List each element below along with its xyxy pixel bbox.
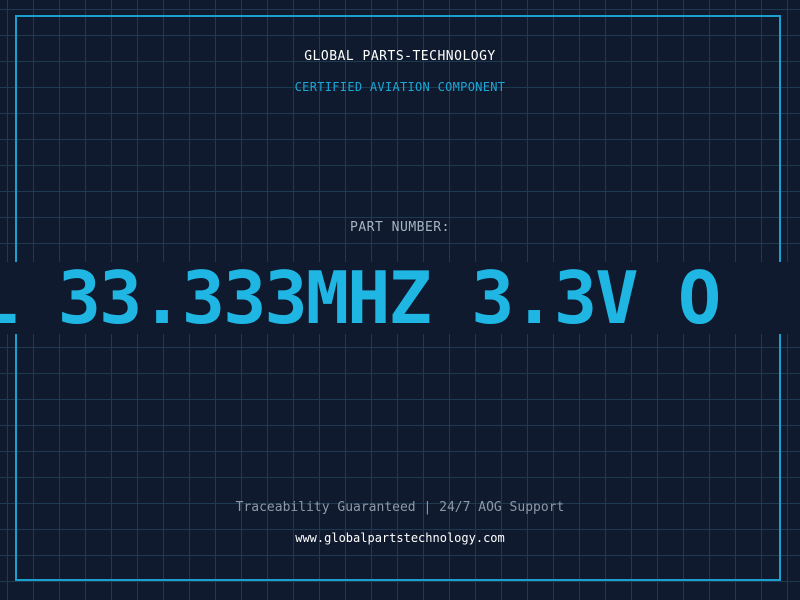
features-text: Traceability Guaranteed | 24/7 AOG Suppo… [235, 500, 565, 515]
tagline: CERTIFIED AVIATION COMPONENT [294, 80, 506, 94]
company-name: GLOBAL PARTS-TECHNOLOGY [304, 49, 496, 64]
certificate-canvas: GLOBAL PARTS-TECHNOLOGY CERTIFIED AVIATI… [0, 0, 800, 600]
website-link[interactable]: www.globalpartstechnology.com [0, 531, 800, 545]
part-number-value: L 33.333MHZ 3.3V O [0, 262, 721, 334]
part-number-label: PART NUMBER: [350, 220, 450, 235]
part-number-band: L 33.333MHZ 3.3V O [0, 262, 800, 334]
